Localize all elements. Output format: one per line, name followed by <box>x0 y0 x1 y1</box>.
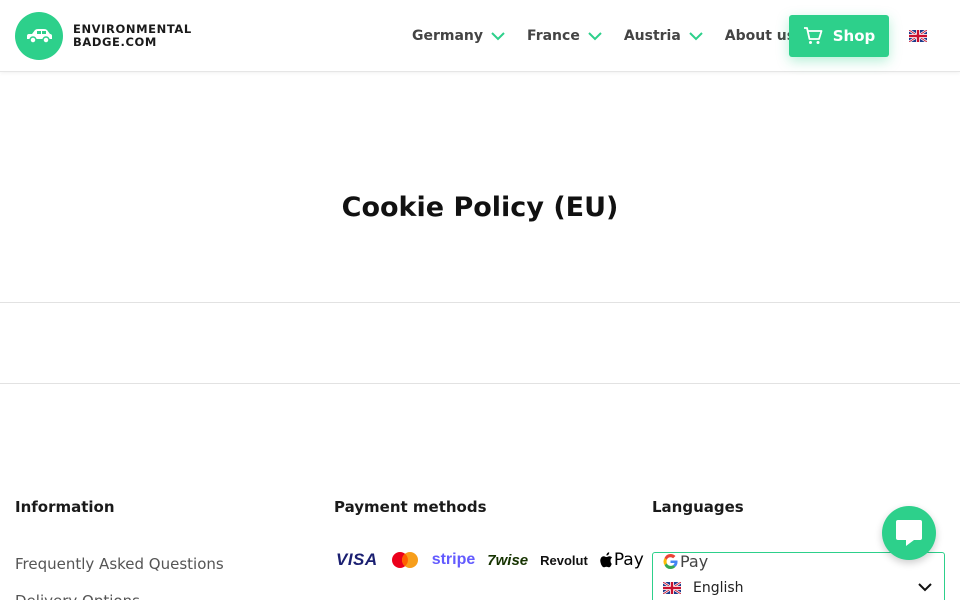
nav-france-label: France <box>527 28 580 44</box>
footer-link-delivery[interactable]: Delivery Options <box>15 592 140 600</box>
wise-logo: 7wise <box>487 551 529 569</box>
main-nav: Germany France Austria About us <box>412 0 817 72</box>
logo-line2: BADGE.COM <box>73 35 157 49</box>
stripe-logo: stripe <box>431 551 476 568</box>
nav-france[interactable]: France <box>527 28 602 44</box>
site-logo[interactable]: ENVIRONMENTAL BADGE.COM <box>15 12 192 60</box>
uk-flag-icon <box>663 582 681 594</box>
nav-austria-label: Austria <box>623 28 681 44</box>
nav-about-us[interactable]: About us <box>725 28 795 44</box>
chevron-down-icon <box>588 31 602 40</box>
apple-pay-logo: Pay <box>600 550 644 570</box>
nav-about-label: About us <box>724 28 796 44</box>
nav-germany-label: Germany <box>412 28 484 44</box>
footer-information-heading: Information <box>15 498 115 516</box>
logo-text: ENVIRONMENTAL BADGE.COM <box>73 23 192 49</box>
footer-languages-heading: Languages <box>652 498 744 516</box>
uk-flag-icon[interactable] <box>909 30 927 42</box>
apple-icon <box>600 552 613 568</box>
language-select[interactable]: English <box>652 552 945 600</box>
language-select-label: English <box>693 580 744 596</box>
chevron-down-icon <box>918 583 932 592</box>
divider <box>0 383 960 384</box>
footer-payment: Payment methods <box>334 498 487 516</box>
apple-pay-label: Pay <box>613 550 644 570</box>
revolut-logo: Revolut <box>540 552 588 568</box>
visa-logo: VISA <box>336 550 378 569</box>
footer-payment-heading: Payment methods <box>334 498 487 516</box>
site-header: ENVIRONMENTAL BADGE.COM Germany France A… <box>0 0 960 72</box>
chevron-down-icon <box>491 31 505 40</box>
divider <box>0 302 960 303</box>
car-icon <box>15 12 63 60</box>
footer-link-faq[interactable]: Frequently Asked Questions <box>15 555 224 573</box>
mastercard-logo <box>391 552 418 568</box>
nav-austria[interactable]: Austria <box>624 28 703 44</box>
payment-logos: VISA stripe 7wise Revolut Pay <box>336 550 644 570</box>
footer-information: Information <box>15 498 115 516</box>
cart-icon <box>803 27 823 44</box>
language-select-value: English <box>663 580 744 596</box>
footer-languages: Languages <box>652 498 744 516</box>
chevron-down-icon <box>689 31 703 40</box>
nav-germany[interactable]: Germany <box>412 28 505 44</box>
shop-button[interactable]: Shop <box>789 15 889 57</box>
shop-label: Shop <box>832 27 876 45</box>
chat-icon <box>896 520 922 546</box>
chat-button[interactable] <box>882 506 936 560</box>
page-title: Cookie Policy (EU) <box>341 192 619 223</box>
